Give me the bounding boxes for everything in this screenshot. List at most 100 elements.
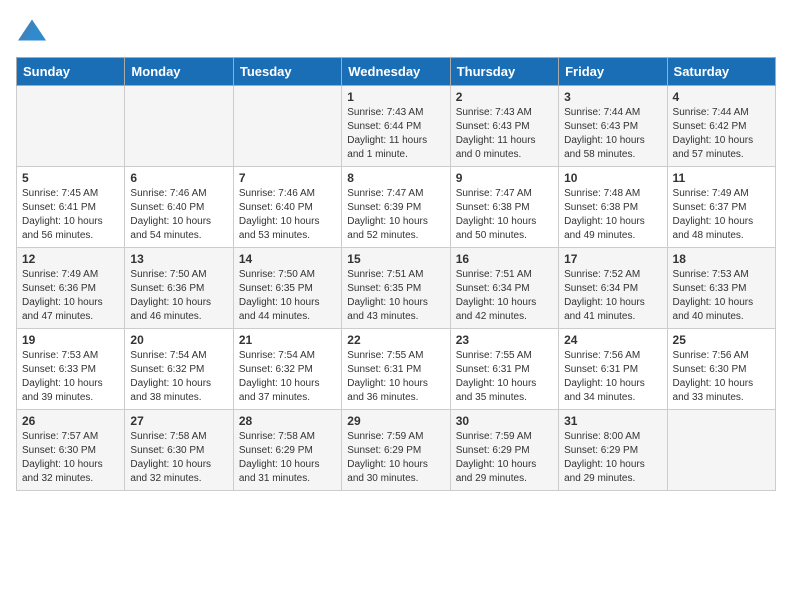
day-number: 3 bbox=[564, 90, 661, 104]
day-number: 6 bbox=[130, 171, 227, 185]
calendar-cell bbox=[667, 410, 775, 491]
calendar-cell: 9 Sunrise: 7:47 AMSunset: 6:38 PMDaylight… bbox=[450, 167, 558, 248]
day-number: 23 bbox=[456, 333, 553, 347]
calendar-cell: 4 Sunrise: 7:44 AMSunset: 6:42 PMDaylight… bbox=[667, 86, 775, 167]
calendar-cell: 25 Sunrise: 7:56 AMSunset: 6:30 PMDayligh… bbox=[667, 329, 775, 410]
day-number: 25 bbox=[673, 333, 770, 347]
day-info: Sunrise: 7:59 AMSunset: 6:29 PMDaylight:… bbox=[456, 430, 553, 486]
calendar-cell: 22 Sunrise: 7:55 AMSunset: 6:31 PMDayligh… bbox=[342, 329, 450, 410]
day-info: Sunrise: 7:51 AMSunset: 6:34 PMDaylight:… bbox=[456, 268, 553, 324]
calendar-cell: 14 Sunrise: 7:50 AMSunset: 6:35 PMDayligh… bbox=[233, 248, 341, 329]
page-header bbox=[16, 16, 776, 49]
day-info: Sunrise: 7:57 AMSunset: 6:30 PMDaylight:… bbox=[22, 430, 119, 486]
week-row-3: 12Sunrise: 7:49 AMSunset: 6:36 PMDayligh… bbox=[17, 248, 776, 329]
day-info: Sunrise: 7:51 AMSunset: 6:35 PMDaylight:… bbox=[347, 268, 444, 324]
day-info: Sunrise: 7:56 AMSunset: 6:30 PMDaylight:… bbox=[673, 349, 770, 405]
day-number: 15 bbox=[347, 252, 444, 266]
day-number: 30 bbox=[456, 414, 553, 428]
calendar-cell: 29Sunrise: 7:59 AMSunset: 6:29 PMDayligh… bbox=[342, 410, 450, 491]
day-info: Sunrise: 7:49 AMSunset: 6:37 PMDaylight:… bbox=[673, 187, 770, 243]
calendar-cell: 6 Sunrise: 7:46 AMSunset: 6:40 PMDaylight… bbox=[125, 167, 233, 248]
calendar-cell: 17 Sunrise: 7:52 AMSunset: 6:34 PMDayligh… bbox=[559, 248, 667, 329]
calendar-cell: 16 Sunrise: 7:51 AMSunset: 6:34 PMDayligh… bbox=[450, 248, 558, 329]
day-info: Sunrise: 7:54 AMSunset: 6:32 PMDaylight:… bbox=[130, 349, 227, 405]
day-number: 11 bbox=[673, 171, 770, 185]
day-number: 5 bbox=[22, 171, 119, 185]
day-number: 29 bbox=[347, 414, 444, 428]
day-number: 19 bbox=[22, 333, 119, 347]
calendar-cell bbox=[125, 86, 233, 167]
day-number: 1 bbox=[347, 90, 444, 104]
calendar-cell: 8 Sunrise: 7:47 AMSunset: 6:39 PMDaylight… bbox=[342, 167, 450, 248]
calendar-cell: 24Sunrise: 7:56 AMSunset: 6:31 PMDayligh… bbox=[559, 329, 667, 410]
calendar-cell bbox=[233, 86, 341, 167]
day-number: 26 bbox=[22, 414, 119, 428]
day-info: Sunrise: 7:53 AMSunset: 6:33 PMDaylight:… bbox=[22, 349, 119, 405]
calendar-table: SundayMondayTuesdayWednesdayThursdayFrid… bbox=[16, 57, 776, 491]
calendar-cell: 23 Sunrise: 7:55 AMSunset: 6:31 PMDayligh… bbox=[450, 329, 558, 410]
weekday-header-monday: Monday bbox=[125, 58, 233, 86]
logo bbox=[16, 16, 46, 49]
weekday-header-thursday: Thursday bbox=[450, 58, 558, 86]
week-row-4: 19 Sunrise: 7:53 AMSunset: 6:33 PMDayligh… bbox=[17, 329, 776, 410]
day-info: Sunrise: 7:55 AMSunset: 6:31 PMDaylight:… bbox=[456, 349, 553, 405]
calendar-cell: 27Sunrise: 7:58 AMSunset: 6:30 PMDayligh… bbox=[125, 410, 233, 491]
weekday-header-row: SundayMondayTuesdayWednesdayThursdayFrid… bbox=[17, 58, 776, 86]
weekday-header-friday: Friday bbox=[559, 58, 667, 86]
week-row-5: 26 Sunrise: 7:57 AMSunset: 6:30 PMDayligh… bbox=[17, 410, 776, 491]
calendar-cell: 13 Sunrise: 7:50 AMSunset: 6:36 PMDayligh… bbox=[125, 248, 233, 329]
week-row-2: 5 Sunrise: 7:45 AMSunset: 6:41 PMDaylight… bbox=[17, 167, 776, 248]
weekday-header-saturday: Saturday bbox=[667, 58, 775, 86]
day-info: Sunrise: 7:46 AMSunset: 6:40 PMDaylight:… bbox=[239, 187, 336, 243]
day-info: Sunrise: 7:44 AMSunset: 6:42 PMDaylight:… bbox=[673, 106, 770, 162]
day-number: 4 bbox=[673, 90, 770, 104]
calendar-cell: 30 Sunrise: 7:59 AMSunset: 6:29 PMDayligh… bbox=[450, 410, 558, 491]
day-number: 9 bbox=[456, 171, 553, 185]
day-info: Sunrise: 7:43 AMSunset: 6:44 PMDaylight:… bbox=[347, 106, 444, 162]
weekday-header-wednesday: Wednesday bbox=[342, 58, 450, 86]
day-info: Sunrise: 7:58 AMSunset: 6:29 PMDaylight:… bbox=[239, 430, 336, 486]
day-info: Sunrise: 7:50 AMSunset: 6:36 PMDaylight:… bbox=[130, 268, 227, 324]
day-number: 18 bbox=[673, 252, 770, 266]
calendar-cell: 31 Sunrise: 8:00 AMSunset: 6:29 PMDayligh… bbox=[559, 410, 667, 491]
day-info: Sunrise: 7:53 AMSunset: 6:33 PMDaylight:… bbox=[673, 268, 770, 324]
day-info: Sunrise: 7:50 AMSunset: 6:35 PMDaylight:… bbox=[239, 268, 336, 324]
day-info: Sunrise: 7:47 AMSunset: 6:38 PMDaylight:… bbox=[456, 187, 553, 243]
day-number: 20 bbox=[130, 333, 227, 347]
calendar-cell: 12Sunrise: 7:49 AMSunset: 6:36 PMDayligh… bbox=[17, 248, 125, 329]
calendar-cell: 3 Sunrise: 7:44 AMSunset: 6:43 PMDaylight… bbox=[559, 86, 667, 167]
day-number: 13 bbox=[130, 252, 227, 266]
day-number: 8 bbox=[347, 171, 444, 185]
calendar-cell: 10 Sunrise: 7:48 AMSunset: 6:38 PMDayligh… bbox=[559, 167, 667, 248]
calendar-cell: 11 Sunrise: 7:49 AMSunset: 6:37 PMDayligh… bbox=[667, 167, 775, 248]
day-number: 17 bbox=[564, 252, 661, 266]
day-number: 7 bbox=[239, 171, 336, 185]
day-number: 22 bbox=[347, 333, 444, 347]
day-number: 10 bbox=[564, 171, 661, 185]
day-info: Sunrise: 7:44 AMSunset: 6:43 PMDaylight:… bbox=[564, 106, 661, 162]
calendar-cell: 2 Sunrise: 7:43 AMSunset: 6:43 PMDaylight… bbox=[450, 86, 558, 167]
day-info: Sunrise: 7:45 AMSunset: 6:41 PMDaylight:… bbox=[22, 187, 119, 243]
calendar-cell: 28Sunrise: 7:58 AMSunset: 6:29 PMDayligh… bbox=[233, 410, 341, 491]
day-info: Sunrise: 7:48 AMSunset: 6:38 PMDaylight:… bbox=[564, 187, 661, 243]
day-number: 14 bbox=[239, 252, 336, 266]
weekday-header-sunday: Sunday bbox=[17, 58, 125, 86]
calendar-cell: 5 Sunrise: 7:45 AMSunset: 6:41 PMDaylight… bbox=[17, 167, 125, 248]
calendar-cell: 1 Sunrise: 7:43 AMSunset: 6:44 PMDaylight… bbox=[342, 86, 450, 167]
calendar-cell: 20 Sunrise: 7:54 AMSunset: 6:32 PMDayligh… bbox=[125, 329, 233, 410]
week-row-1: 1 Sunrise: 7:43 AMSunset: 6:44 PMDaylight… bbox=[17, 86, 776, 167]
day-info: Sunrise: 7:46 AMSunset: 6:40 PMDaylight:… bbox=[130, 187, 227, 243]
day-number: 16 bbox=[456, 252, 553, 266]
calendar-cell: 7 Sunrise: 7:46 AMSunset: 6:40 PMDaylight… bbox=[233, 167, 341, 248]
day-info: Sunrise: 7:52 AMSunset: 6:34 PMDaylight:… bbox=[564, 268, 661, 324]
calendar-cell: 26 Sunrise: 7:57 AMSunset: 6:30 PMDayligh… bbox=[17, 410, 125, 491]
day-info: Sunrise: 7:43 AMSunset: 6:43 PMDaylight:… bbox=[456, 106, 553, 162]
day-info: Sunrise: 7:55 AMSunset: 6:31 PMDaylight:… bbox=[347, 349, 444, 405]
weekday-header-tuesday: Tuesday bbox=[233, 58, 341, 86]
day-number: 2 bbox=[456, 90, 553, 104]
day-number: 31 bbox=[564, 414, 661, 428]
day-info: Sunrise: 8:00 AMSunset: 6:29 PMDaylight:… bbox=[564, 430, 661, 486]
day-info: Sunrise: 7:47 AMSunset: 6:39 PMDaylight:… bbox=[347, 187, 444, 243]
calendar-cell: 19 Sunrise: 7:53 AMSunset: 6:33 PMDayligh… bbox=[17, 329, 125, 410]
calendar-cell: 18 Sunrise: 7:53 AMSunset: 6:33 PMDayligh… bbox=[667, 248, 775, 329]
